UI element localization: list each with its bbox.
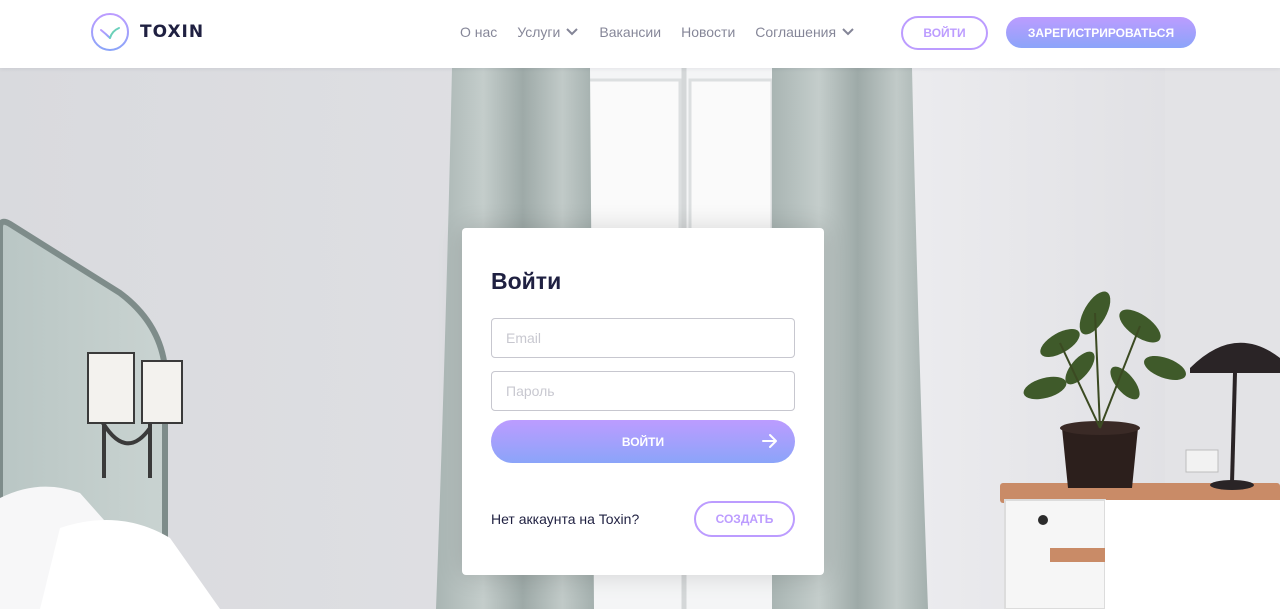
nav-item-label: Вакансии: [599, 24, 662, 40]
login-card: Войти войти Нет аккаунта на Toxin? созда…: [462, 228, 824, 575]
nav-item-label: Услуги: [517, 24, 561, 40]
password-input[interactable]: [491, 371, 795, 411]
create-account-button[interactable]: создать: [694, 501, 795, 537]
nav-item-news[interactable]: Новости: [681, 24, 735, 40]
nav-item-label: Новости: [681, 24, 736, 40]
email-input[interactable]: [491, 318, 795, 358]
logo[interactable]: TOXIN: [90, 12, 204, 52]
header-register-button[interactable]: зарегистрироваться: [1006, 17, 1196, 48]
login-title: Войти: [491, 268, 562, 294]
main-nav: О нас Услуги Вакансии Новости Соглашения: [460, 24, 875, 40]
header-login-button[interactable]: войти: [901, 16, 988, 50]
chevron-down-icon: [566, 28, 579, 36]
nav-item-about[interactable]: О нас: [460, 24, 497, 40]
site-header: TOXIN О нас Услуги Вакансии Новости Согл…: [0, 0, 1280, 68]
nav-item-vacancies[interactable]: Вакансии: [599, 24, 661, 40]
chevron-down-icon: [842, 28, 854, 36]
arrow-right-icon: [762, 434, 777, 448]
nav-item-label: О нас: [460, 24, 498, 40]
no-account-text: Нет аккаунта на Toxin?: [491, 511, 640, 527]
nav-item-agreements[interactable]: Соглашения: [755, 24, 855, 40]
logo-text: TOXIN: [140, 22, 205, 42]
nav-item-label: Соглашения: [755, 24, 837, 40]
login-submit-label: войти: [621, 434, 665, 449]
toxin-logo-icon: [91, 13, 129, 51]
login-submit-button[interactable]: войти: [491, 420, 795, 463]
nav-item-services[interactable]: Услуги: [517, 24, 579, 40]
